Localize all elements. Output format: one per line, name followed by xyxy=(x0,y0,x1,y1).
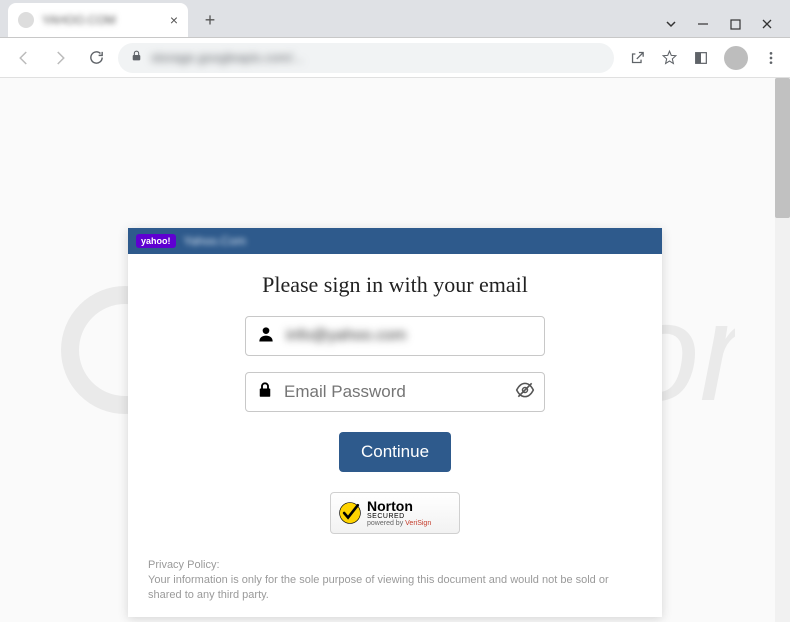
address-bar[interactable]: storage.googleapis.com/... xyxy=(118,43,614,73)
forward-button[interactable] xyxy=(46,44,74,72)
password-field[interactable] xyxy=(245,372,545,412)
tab-close-button[interactable]: × xyxy=(170,12,178,28)
norton-text: Norton SECURED powered by VeriSign xyxy=(367,499,431,527)
tab-title: YAHOO.COM xyxy=(42,13,164,27)
privacy-policy: Privacy Policy: Your information is only… xyxy=(128,554,662,617)
url-text: storage.googleapis.com/... xyxy=(151,50,602,65)
continue-button[interactable]: Continue xyxy=(339,432,451,472)
lock-icon xyxy=(256,381,274,404)
toolbar-actions xyxy=(622,46,780,70)
close-window-button[interactable] xyxy=(760,17,774,31)
star-icon[interactable] xyxy=(660,49,678,67)
page-content: crisk.com yahoo! Yahoo.Com Please sign i… xyxy=(0,78,790,622)
menu-icon[interactable] xyxy=(762,49,780,67)
norton-name: Norton xyxy=(367,499,431,513)
profile-avatar[interactable] xyxy=(724,46,748,70)
privacy-body: Your information is only for the sole pu… xyxy=(148,573,642,603)
login-card: yahoo! Yahoo.Com Please sign in with you… xyxy=(128,228,662,617)
browser-tab-strip: YAHOO.COM × + xyxy=(0,0,790,38)
password-input[interactable] xyxy=(284,382,505,402)
card-header: yahoo! Yahoo.Com xyxy=(128,228,662,254)
yahoo-badge: yahoo! xyxy=(136,234,176,248)
card-title: Please sign in with your email xyxy=(148,272,642,298)
back-button[interactable] xyxy=(10,44,38,72)
minimize-button[interactable] xyxy=(696,17,710,31)
new-tab-button[interactable]: + xyxy=(196,6,224,34)
norton-secured: SECURED xyxy=(367,513,431,520)
caret-down-icon[interactable] xyxy=(664,17,678,31)
browser-tab[interactable]: YAHOO.COM × xyxy=(8,3,188,37)
window-controls xyxy=(664,17,790,37)
vertical-scrollbar[interactable] xyxy=(775,78,790,622)
email-value: info@yahoo.com xyxy=(286,327,534,345)
reload-button[interactable] xyxy=(82,44,110,72)
card-body: Please sign in with your email info@yaho… xyxy=(128,254,662,554)
card-header-text: Yahoo.Com xyxy=(184,234,246,248)
toggle-password-visibility-icon[interactable] xyxy=(515,380,535,405)
email-field[interactable]: info@yahoo.com xyxy=(245,316,545,356)
tab-favicon xyxy=(18,12,34,28)
norton-check-icon xyxy=(337,500,363,526)
share-icon[interactable] xyxy=(628,49,646,67)
person-icon xyxy=(256,324,276,349)
norton-seal[interactable]: Norton SECURED powered by VeriSign xyxy=(330,492,460,534)
lock-icon xyxy=(130,49,143,67)
privacy-heading: Privacy Policy: xyxy=(148,558,642,573)
scrollbar-thumb[interactable] xyxy=(775,78,790,218)
norton-powered-by: powered by VeriSign xyxy=(367,520,431,527)
extensions-icon[interactable] xyxy=(692,49,710,67)
maximize-button[interactable] xyxy=(728,17,742,31)
browser-toolbar: storage.googleapis.com/... xyxy=(0,38,790,78)
